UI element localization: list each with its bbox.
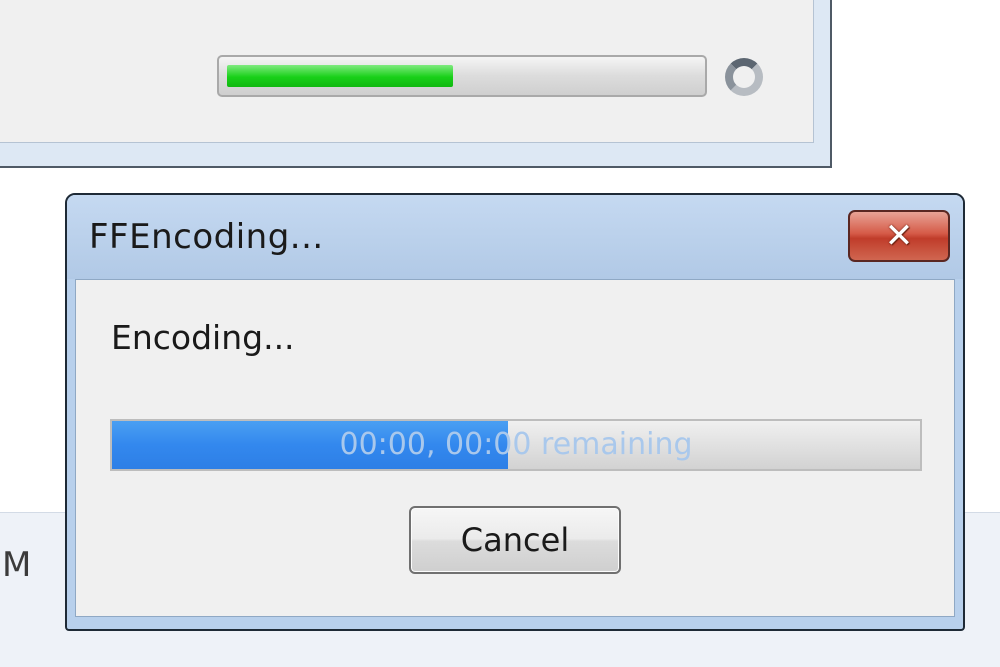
dialog-title: FFEncoding...	[89, 217, 324, 257]
background-window-client	[0, 0, 814, 143]
background-window	[0, 0, 832, 168]
encoding-dialog: FFEncoding... ✕ Encoding... 00:00, 00:00…	[65, 193, 965, 631]
close-button[interactable]: ✕	[848, 210, 950, 262]
cancel-button[interactable]: Cancel	[409, 506, 621, 574]
background-progress-bar	[217, 55, 707, 97]
background-progress-fill	[227, 65, 453, 87]
status-label: Encoding...	[111, 318, 295, 357]
close-icon: ✕	[884, 216, 914, 256]
encoding-progress-bar: 00:00, 00:00 remaining	[110, 419, 922, 471]
cancel-button-label: Cancel	[460, 521, 570, 559]
background-partial-text: M	[2, 545, 32, 585]
dialog-client-area: Encoding... 00:00, 00:00 remaining Cance…	[75, 279, 955, 617]
progress-time-text: 00:00, 00:00 remaining	[339, 427, 693, 462]
loading-spinner-icon	[725, 58, 763, 96]
dialog-titlebar[interactable]: FFEncoding... ✕	[67, 195, 963, 279]
